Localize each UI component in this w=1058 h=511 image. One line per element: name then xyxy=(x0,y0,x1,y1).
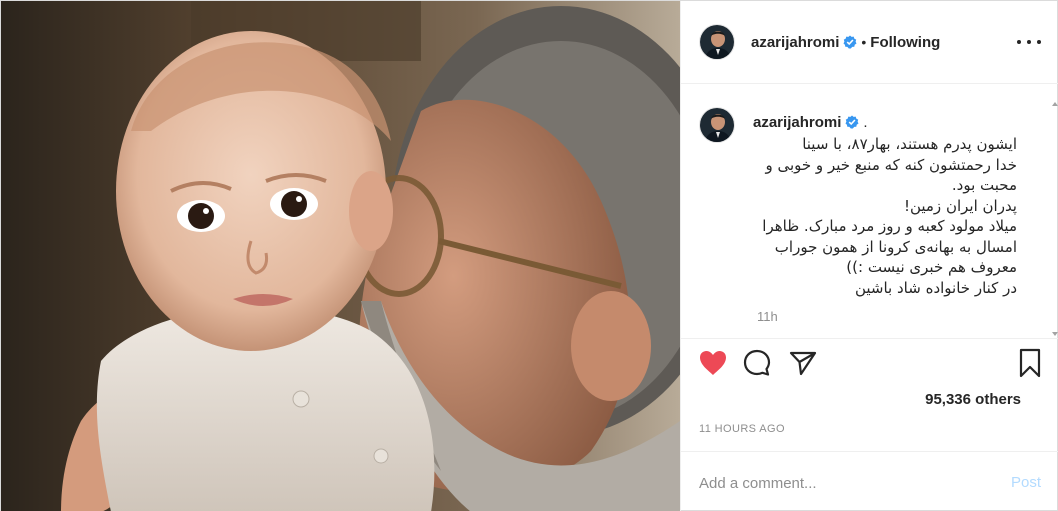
avatar-image xyxy=(700,25,734,59)
caption-line: خدا رحمتشون کنه که منبع خیر و خوبی و xyxy=(765,155,1017,174)
verified-badge-icon xyxy=(845,115,859,129)
caption-username[interactable]: azarijahromi xyxy=(753,114,841,131)
caption-line: امسال به بهانه‌ی کرونا از همون جوراب xyxy=(774,237,1017,256)
like-button-graphic xyxy=(700,351,726,375)
caption-time[interactable]: 11h xyxy=(757,309,778,324)
post-photo[interactable] xyxy=(1,1,680,511)
caption-line: محبت بود. xyxy=(951,176,1017,194)
post-side-panel: azarijahromi • Following azarijahromi . … xyxy=(680,1,1058,511)
save-button-graphic xyxy=(1019,348,1041,378)
caption-line: میلاد مولود کعبه و روز مرد مبارک. ظاهرا xyxy=(762,217,1017,235)
comment-button-graphic xyxy=(743,349,771,376)
action-bar xyxy=(681,338,1058,386)
more-dot xyxy=(1017,40,1021,44)
share-icon[interactable] xyxy=(787,347,819,379)
post-timestamp[interactable]: 11 HOURS AGO xyxy=(699,423,785,435)
heart-filled-icon[interactable] xyxy=(697,347,729,379)
post-button[interactable]: Post xyxy=(1011,474,1041,491)
caption-username-row: azarijahromi . xyxy=(753,114,868,131)
comment-icon[interactable] xyxy=(741,347,773,379)
share-button-graphic xyxy=(789,351,817,376)
bookmark-icon[interactable] xyxy=(1014,347,1046,379)
more-dot xyxy=(1027,40,1031,44)
caption-line: در کنار خانواده شاد باشین xyxy=(854,278,1017,297)
verified-badge-icon xyxy=(843,35,857,49)
caption-text: ایشون پدرم هستند، بهار۸۷، با سینا خدا رح… xyxy=(699,134,1017,298)
caption-line: پدران ایران زمین! xyxy=(903,196,1017,215)
separator-dot: • xyxy=(861,34,867,50)
caption-period: . xyxy=(863,114,868,131)
photo-illustration xyxy=(1,1,680,511)
scroll-down-arrow-icon xyxy=(1052,332,1058,336)
more-options-icon[interactable] xyxy=(1017,33,1041,51)
following-button[interactable]: Following xyxy=(870,34,940,51)
caption-line: معروف هم خبری نیست :)) xyxy=(846,258,1017,276)
likes-count[interactable]: 95,336 others xyxy=(925,391,1021,408)
add-comment-section: Post xyxy=(681,451,1058,511)
more-dot xyxy=(1037,40,1041,44)
comment-input[interactable] xyxy=(699,472,989,494)
post-header: azarijahromi • Following xyxy=(681,1,1058,84)
scroll-up-arrow-icon xyxy=(1052,102,1058,106)
instagram-post: azarijahromi • Following azarijahromi . … xyxy=(0,0,1058,511)
avatar[interactable] xyxy=(699,24,735,60)
header-username[interactable]: azarijahromi xyxy=(751,34,839,51)
caption-line: ایشون پدرم هستند، بهار۸۷، با سینا xyxy=(802,135,1017,153)
comments-area[interactable]: azarijahromi . ایشون پدرم هستند، بهار۸۷،… xyxy=(681,85,1058,338)
comments-scrollbar[interactable] xyxy=(1051,100,1058,338)
